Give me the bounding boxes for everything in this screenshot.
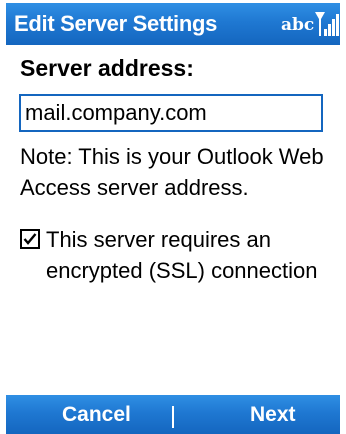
server-address-label: Server address: [20,55,194,81]
ssl-checkbox-label: This server requires an encrypted (SSL) … [46,227,318,283]
server-address-input[interactable]: mail.company.com [19,94,323,132]
ssl-checkbox[interactable] [20,229,40,249]
window-title: Edit Server Settings [14,11,218,36]
softkey-divider [172,406,174,428]
server-address-note: Note: This is your Outlook Web Access se… [20,144,324,200]
softkey-bar: Cancel Next [6,395,340,434]
next-softkey[interactable]: Next [250,403,296,427]
signal-strength-icon [314,9,340,39]
form-content: Server address: mail.company.com Note: T… [6,45,340,395]
cancel-softkey[interactable]: Cancel [62,403,131,427]
checkmark-icon [23,233,37,245]
screen: Edit Server Settings abc Server address:… [0,0,346,434]
input-mode-indicator: abc [281,15,315,35]
title-bar: Edit Server Settings abc [6,3,340,45]
